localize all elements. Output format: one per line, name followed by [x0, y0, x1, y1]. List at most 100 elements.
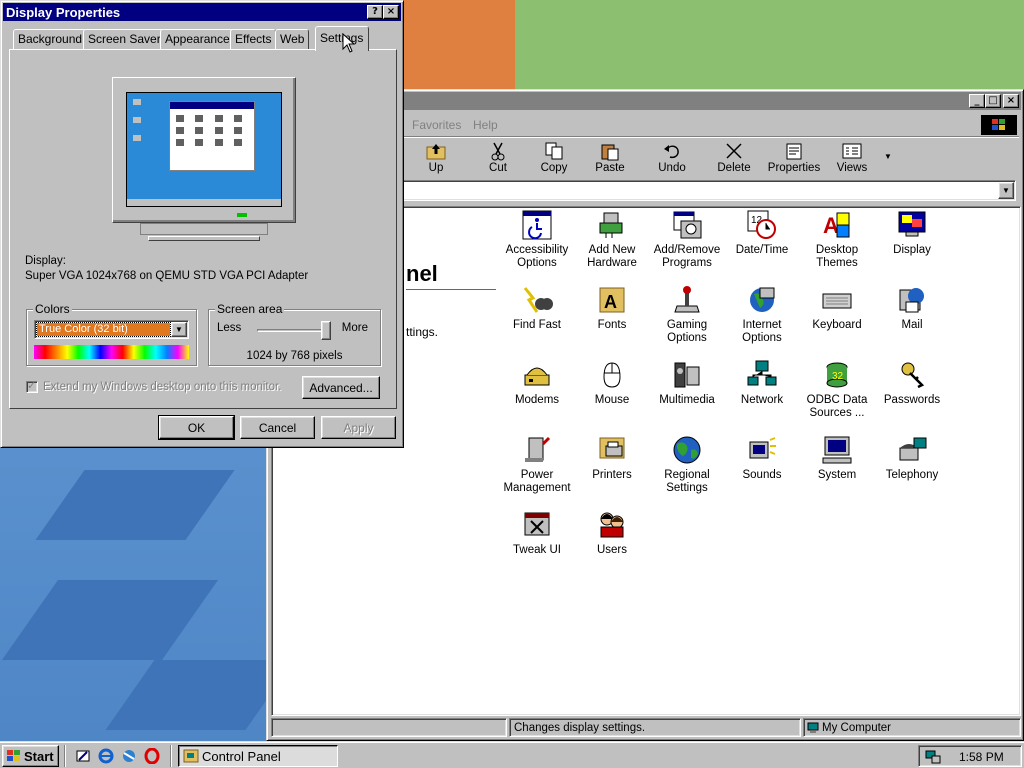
menu-help[interactable]: Help — [473, 118, 498, 132]
hardware-icon — [599, 212, 623, 238]
cpl-item-label: Internet Options — [742, 319, 782, 344]
outlook-express-icon[interactable] — [121, 748, 137, 764]
toolbar-properties-button[interactable]: Properties — [764, 141, 824, 174]
wallpaper-green — [515, 0, 1024, 90]
toolbar-views-button[interactable]: Views — [826, 141, 878, 174]
internet-explorer-icon[interactable] — [98, 748, 114, 764]
tab-appearance[interactable]: Appearance — [160, 29, 235, 49]
printers-icon — [599, 437, 625, 459]
cpl-item-modem[interactable]: Modems — [499, 359, 575, 407]
status-text: Changes display settings. — [509, 718, 801, 737]
cpl-item-programs[interactable]: Add/Remove Programs — [649, 209, 725, 270]
mail-icon — [899, 288, 924, 313]
colors-select[interactable]: True Color (32 bit) ▼ — [34, 320, 189, 339]
cpl-item-themes[interactable]: A Desktop Themes — [799, 209, 875, 270]
cpl-item-fonts[interactable]: A Fonts — [574, 284, 650, 332]
tab-screen-saver[interactable]: Screen Saver — [83, 29, 166, 49]
display-label: Display: — [25, 255, 66, 267]
resolution-value: 1024 by 768 pixels — [246, 350, 343, 362]
internet-icon — [750, 287, 775, 312]
display-settings-tray-icon[interactable] — [925, 749, 941, 765]
cpl-item-datetime[interactable]: 12 Date/Time — [724, 209, 800, 257]
address-bar[interactable]: el ▼ — [393, 180, 1016, 201]
clock[interactable]: 1:58 PM — [959, 750, 1004, 764]
opera-icon[interactable] — [144, 748, 160, 764]
resolution-slider-track[interactable] — [257, 329, 325, 332]
cancel-button[interactable]: Cancel — [240, 416, 315, 439]
cpl-item-label: Mail — [901, 319, 923, 331]
toolbar-cut-button[interactable]: Cut — [472, 141, 524, 174]
toolbar-paste-button[interactable]: Paste — [584, 141, 636, 174]
cpl-item-multimedia[interactable]: Multimedia — [649, 359, 725, 407]
multimedia-icon — [674, 362, 700, 388]
undo-icon — [664, 145, 679, 159]
cpl-item-internet[interactable]: Internet Options — [724, 284, 800, 345]
toolbar-delete-button[interactable]: Delete — [708, 141, 760, 174]
ok-button[interactable]: OK — [158, 415, 235, 440]
colors-dropdown-button[interactable]: ▼ — [171, 322, 187, 337]
start-button[interactable]: Start — [2, 745, 59, 767]
address-dropdown-button[interactable]: ▼ — [998, 182, 1014, 199]
advanced-button[interactable]: Advanced... — [302, 376, 380, 399]
minimize-button[interactable]: _ — [969, 94, 985, 108]
cpl-item-label: Accessibility Options — [505, 244, 569, 269]
toolbar-undo-button[interactable]: Undo — [646, 141, 698, 174]
display-properties-dialog[interactable]: Display Properties ? × Background Screen… — [0, 0, 404, 448]
tab-web[interactable]: Web — [275, 29, 310, 49]
cpl-item-globe[interactable]: Regional Settings — [649, 434, 725, 495]
cpl-item-label: Mouse — [594, 394, 630, 406]
dialog-titlebar[interactable]: Display Properties — [3, 3, 401, 21]
cpl-item-hardware[interactable]: Add New Hardware — [574, 209, 650, 270]
cpl-item-sounds[interactable]: Sounds — [724, 434, 800, 482]
tab-effects[interactable]: Effects — [230, 29, 277, 49]
menu-favorites[interactable]: Favorites — [412, 118, 461, 132]
tab-background[interactable]: Background — [13, 29, 88, 49]
toolbar-up-button[interactable]: Up — [410, 141, 462, 174]
cpl-item-power[interactable]: Power Management — [499, 434, 575, 495]
cpl-item-label: Network — [740, 394, 784, 406]
cpl-item-label: Desktop Themes — [815, 244, 859, 269]
wallpaper-orange — [395, 0, 515, 90]
panel-description: ttings. — [406, 325, 439, 339]
windows-flag-icon — [992, 119, 1005, 130]
cpl-item-printers[interactable]: Printers — [574, 434, 650, 482]
power-icon — [525, 436, 551, 462]
cpl-item-findfast[interactable]: Find Fast — [499, 284, 575, 332]
cpl-item-tweakui[interactable]: Tweak UI — [499, 509, 575, 557]
cpl-item-users[interactable]: Users — [574, 509, 650, 557]
status-bar: Changes display settings. My Computer — [271, 718, 1021, 738]
dialog-title: Display Properties — [6, 4, 121, 20]
cpl-item-network[interactable]: Network — [724, 359, 800, 407]
slider-more-label: More — [341, 322, 368, 334]
cpl-item-passwords[interactable]: Passwords — [874, 359, 950, 407]
help-button[interactable]: ? — [367, 5, 383, 19]
cpl-item-gaming[interactable]: Gaming Options — [649, 284, 725, 345]
mouse-cursor-icon — [342, 33, 356, 53]
cpl-item-display[interactable]: Display — [874, 209, 950, 257]
apply-button[interactable]: Apply — [321, 416, 396, 439]
display-adapter-value: Super VGA 1024x768 on QEMU STD VGA PCI A… — [25, 270, 309, 282]
odbc-icon: 32 — [826, 362, 848, 388]
cpl-item-telephony[interactable]: Telephony — [874, 434, 950, 482]
cpl-item-system[interactable]: System — [799, 434, 875, 482]
views-dropdown-arrow-icon[interactable]: ▼ — [884, 152, 892, 161]
toolbar-copy-button[interactable]: Copy — [528, 141, 580, 174]
maximize-button[interactable]: □ — [985, 94, 1001, 108]
dialog-close-button[interactable]: × — [383, 5, 399, 19]
cpl-item-accessibility[interactable]: Accessibility Options — [499, 209, 575, 270]
cpl-item-keyboard[interactable]: Keyboard — [799, 284, 875, 332]
show-desktop-icon[interactable] — [75, 748, 91, 764]
cpl-item-mouse[interactable]: Mouse — [574, 359, 650, 407]
cpl-item-mail[interactable]: Mail — [874, 284, 950, 332]
users-icon — [600, 512, 624, 538]
datetime-icon: 12 — [747, 210, 776, 239]
resolution-slider-thumb[interactable] — [321, 321, 331, 340]
close-button[interactable]: × — [1003, 94, 1019, 108]
extend-desktop-checkbox[interactable]: ✓ — [26, 380, 38, 393]
cpl-item-label: Gaming Options — [666, 319, 708, 344]
extend-desktop-label: Extend my Windows desktop onto this moni… — [43, 381, 282, 393]
cpl-item-odbc[interactable]: 32 ODBC Data Sources ... — [799, 359, 875, 420]
cpl-item-label: System — [817, 469, 857, 481]
taskbar-control-panel[interactable]: Control Panel — [178, 745, 338, 767]
properties-icon — [786, 143, 802, 160]
